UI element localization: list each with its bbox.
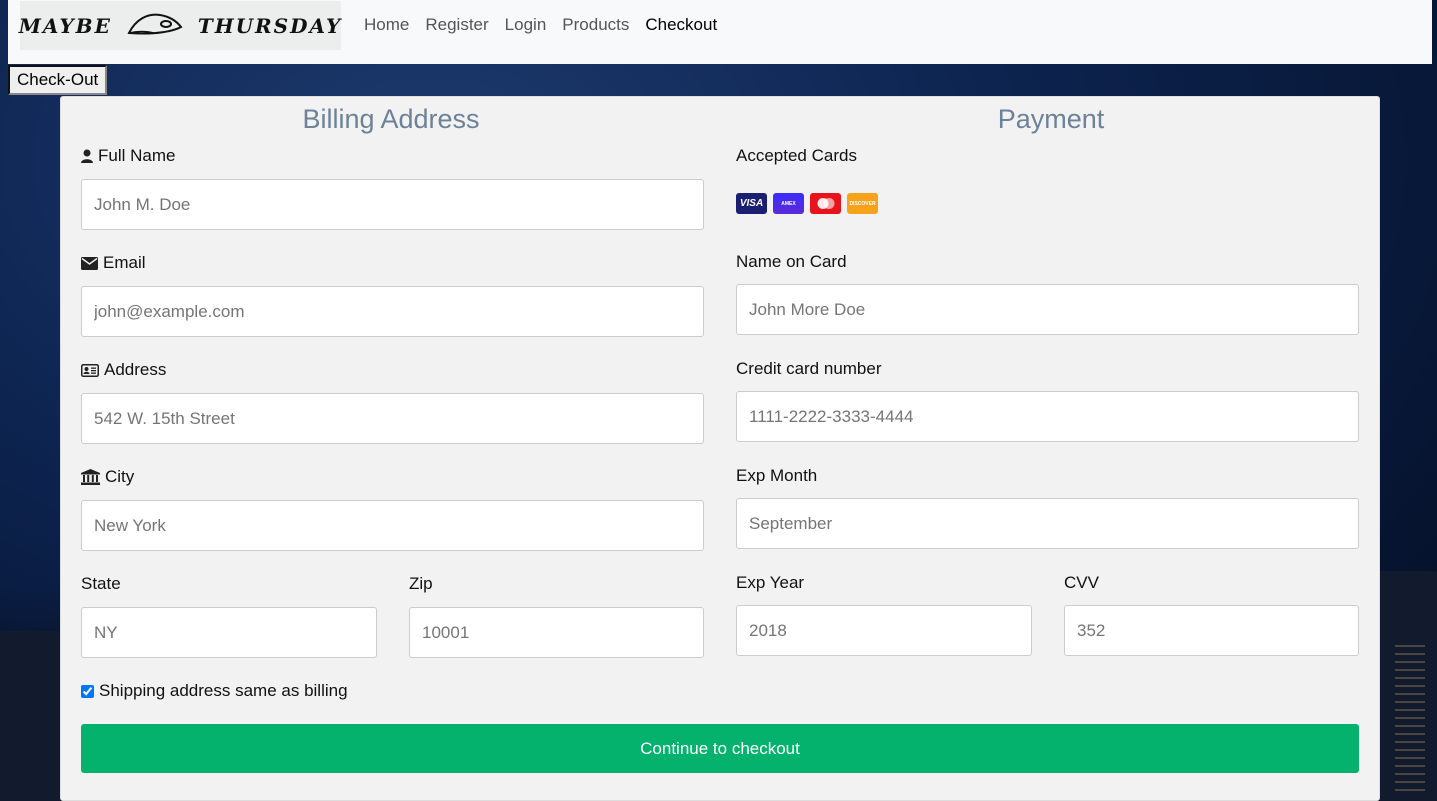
cvv-input[interactable] xyxy=(1064,605,1359,656)
email-label-text: Email xyxy=(103,253,146,272)
shipping-same-checkbox[interactable] xyxy=(81,684,94,698)
name-on-card-label: Name on Card xyxy=(736,252,847,271)
hat-icon xyxy=(126,9,184,42)
nav-home[interactable]: Home xyxy=(364,15,409,35)
name-on-card-input[interactable] xyxy=(736,284,1359,335)
exp-month-label: Exp Month xyxy=(736,466,818,485)
brand-text-left: MAYBE xyxy=(18,13,112,38)
address-input[interactable] xyxy=(81,393,704,444)
zip-input[interactable] xyxy=(409,607,704,658)
email-input[interactable] xyxy=(81,286,704,337)
check-out-button[interactable]: Check-Out xyxy=(8,65,108,95)
brand-text-right: THURSDAY xyxy=(197,13,343,38)
continue-to-checkout-button[interactable]: Continue to checkout xyxy=(81,724,1359,773)
nav-checkout[interactable]: Checkout xyxy=(645,15,717,35)
discover-icon: DISCOVER xyxy=(847,193,878,214)
user-icon xyxy=(81,149,93,163)
mastercard-icon xyxy=(810,193,841,214)
card-number-label: Credit card number xyxy=(736,359,882,378)
full-name-input[interactable] xyxy=(81,179,704,230)
email-label: Email xyxy=(81,253,146,273)
nav-login[interactable]: Login xyxy=(505,15,547,35)
address-label-text: Address xyxy=(104,360,167,379)
institution-icon xyxy=(81,469,100,485)
brand-logo[interactable]: MAYBE THURSDAY xyxy=(18,1,343,50)
nav-menu: Home Register Login Products Checkout xyxy=(364,15,717,35)
exp-month-input[interactable] xyxy=(736,498,1359,549)
city-input[interactable] xyxy=(81,500,704,551)
address-card-icon xyxy=(81,363,99,377)
full-name-label: Full Name xyxy=(81,146,175,166)
payment-title: Payment xyxy=(997,104,1105,134)
checkout-form: Billing Address Payment Full Name Email … xyxy=(60,96,1380,801)
shipping-same-label: Shipping address same as billing xyxy=(99,681,348,700)
state-label: State xyxy=(81,574,121,593)
shipping-same-row: Shipping address same as billing xyxy=(81,681,348,701)
building xyxy=(0,631,60,801)
amex-icon: AMEX xyxy=(773,193,804,214)
state-input[interactable] xyxy=(81,607,377,658)
address-label: Address xyxy=(81,360,166,380)
visa-icon: VISA xyxy=(736,193,767,214)
nav-products[interactable]: Products xyxy=(562,15,629,35)
exp-year-input[interactable] xyxy=(736,605,1032,656)
navbar: MAYBE THURSDAY Home Register Login Produ… xyxy=(8,0,1432,64)
exp-year-label: Exp Year xyxy=(736,573,805,592)
building-lights xyxy=(1395,641,1425,791)
billing-title: Billing Address xyxy=(302,104,480,134)
nav-register[interactable]: Register xyxy=(425,15,488,35)
accepted-cards: VISA AMEX DISCOVER xyxy=(736,193,878,214)
cvv-label: CVV xyxy=(1064,573,1099,592)
accepted-cards-label: Accepted Cards xyxy=(736,146,857,165)
envelope-icon xyxy=(81,256,98,270)
zip-label: Zip xyxy=(409,574,433,593)
city-label: City xyxy=(81,467,134,487)
full-name-label-text: Full Name xyxy=(98,146,176,165)
card-number-input[interactable] xyxy=(736,391,1359,442)
city-label-text: City xyxy=(105,467,135,486)
